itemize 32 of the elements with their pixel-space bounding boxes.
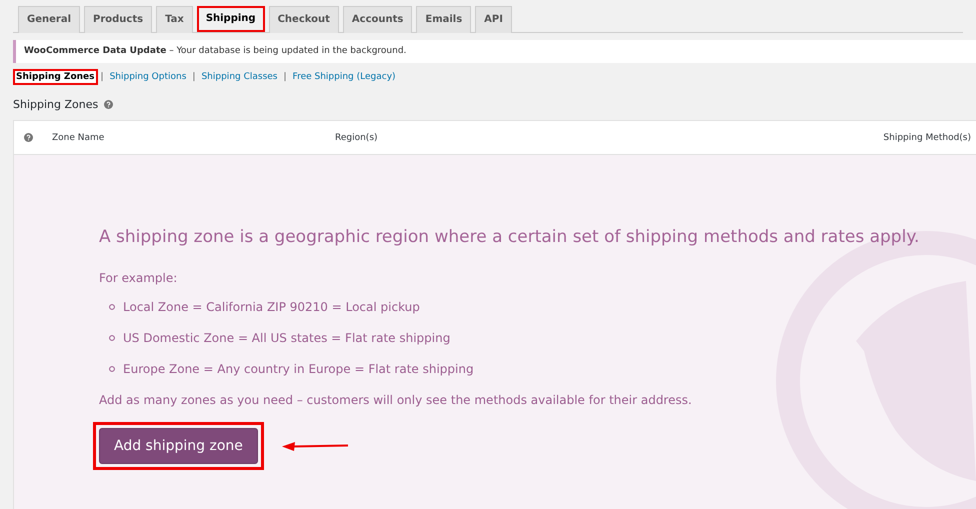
intro-text: For example: (99, 271, 178, 285)
bullet-icon (109, 366, 115, 372)
tab[interactable]: Tax (156, 6, 193, 33)
separator-text: | (100, 72, 104, 82)
tab[interactable]: Shipping (196, 6, 265, 32)
example-text: US Domestic Zone = All US states = Flat rate shipping (123, 331, 450, 345)
help-icon[interactable] (104, 100, 114, 109)
separator-text: | (284, 72, 287, 82)
column-header: Zone Name (52, 132, 106, 142)
subnav-link[interactable]: Shipping Zones (13, 69, 98, 85)
blank-state-headline: A shipping zone is a geographic region where a certain set of shipping methods and rates apply. (99, 227, 920, 247)
tab[interactable]: General (18, 6, 80, 33)
subnav-link[interactable]: Shipping Classes (198, 69, 280, 85)
add-shipping-zone-button[interactable]: Add shipping zone (99, 428, 258, 464)
bullet-icon (109, 335, 115, 341)
footer-text: Add as many zones as you need – customers will only see the methods available for their address. (99, 393, 693, 407)
subnav-link[interactable]: Shipping Options (106, 69, 190, 85)
section-heading: Shipping Zones (13, 98, 98, 111)
column-header: Region(s) (335, 132, 379, 142)
notice-message: WooCommerce Data Update – Your database is being updated in the background. (24, 46, 408, 56)
tab[interactable]: Checkout (268, 6, 339, 33)
separator-text: | (192, 72, 196, 82)
annotation-arrow (282, 441, 350, 451)
tab[interactable]: API (475, 6, 512, 33)
tab[interactable]: Emails (416, 6, 472, 33)
example-text: Europe Zone = Any country in Europe = Flat rate shipping (123, 362, 474, 376)
tab[interactable]: Accounts (342, 6, 412, 33)
tab[interactable]: Products (84, 6, 152, 33)
column-header: Shipping Method(s) (883, 132, 971, 142)
subnav-link[interactable]: Free Shipping (Legacy) (290, 69, 399, 85)
bullet-icon (109, 304, 115, 310)
example-text: Local Zone = California ZIP 90210 = Local pickup (123, 300, 420, 314)
